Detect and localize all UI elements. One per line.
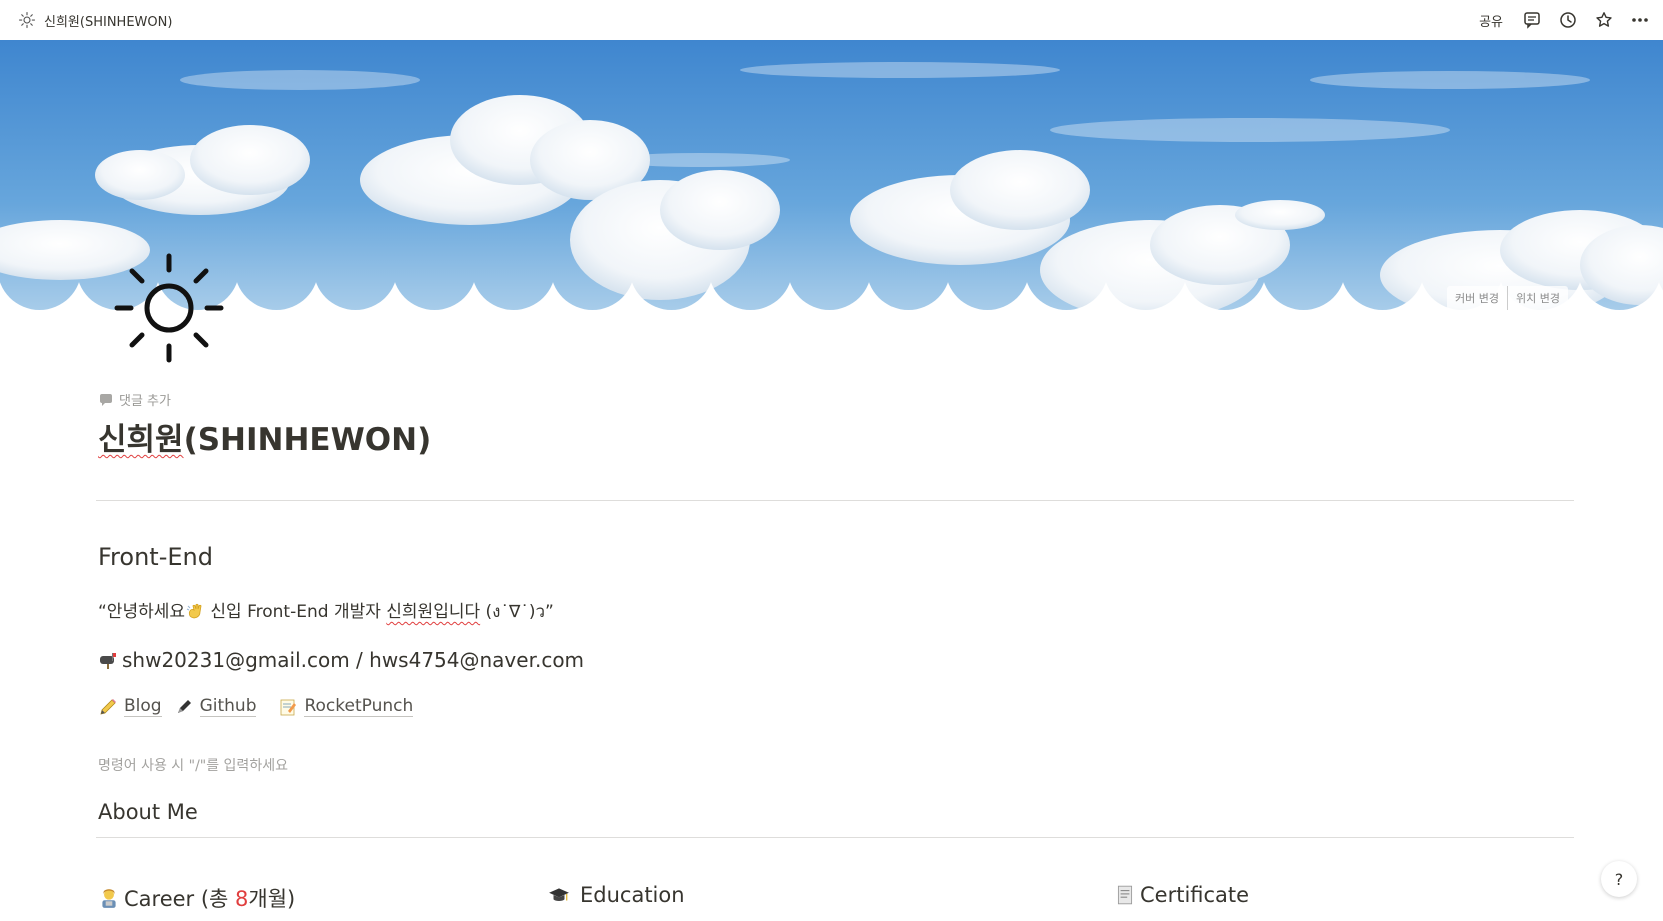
more-icon[interactable] — [1629, 9, 1651, 31]
top-bar: 신희원(SHINHEWON) 공유 — [0, 0, 1663, 40]
quote-open: “안녕하세요 — [98, 602, 186, 622]
career-suffix: 개월) — [248, 887, 296, 911]
link-github[interactable]: Github — [174, 696, 257, 717]
career-prefix: Career (총 — [124, 887, 236, 911]
link-rocketpunch[interactable]: RocketPunch — [278, 696, 414, 717]
quote-middle: 신입 Front-End 개발자 — [205, 602, 387, 622]
link-blog-label[interactable]: Blog — [124, 696, 162, 717]
star-icon[interactable] — [1593, 9, 1615, 31]
memo-icon — [281, 699, 297, 715]
section-heading-frontend[interactable]: Front-End — [98, 543, 213, 571]
share-button[interactable]: 공유 — [1475, 9, 1507, 32]
top-actions: 공유 — [1475, 9, 1651, 32]
wave-hand-icon — [186, 603, 202, 619]
career-heading[interactable]: Career (총 8개월) — [98, 883, 295, 913]
page-sun-icon[interactable] — [113, 252, 225, 364]
graduation-cap-icon — [549, 888, 569, 902]
reposition-cover-button[interactable]: 위치 변경 — [1507, 286, 1568, 310]
office-worker-icon — [102, 889, 116, 908]
comment-icon — [100, 393, 112, 406]
add-comment-label: 댓글 추가 — [119, 394, 171, 409]
certificate-heading[interactable]: Certificate — [1114, 883, 1249, 907]
sun-icon — [18, 11, 36, 29]
link-blog[interactable]: Blog — [98, 696, 162, 717]
quote-end: (ง˙∇˙)ว” — [480, 602, 554, 622]
pencil-icon — [100, 698, 116, 715]
mailbox-icon — [100, 653, 116, 669]
help-button[interactable]: ? — [1601, 861, 1637, 897]
education-heading[interactable]: Education — [548, 883, 685, 907]
profile-links: Blog Github RocketPunch — [98, 696, 414, 717]
page-title-suffix: (SHINHEWON) — [183, 422, 432, 458]
page-title-name: 신희원 — [98, 422, 184, 458]
command-placeholder[interactable]: 명령어 사용 시 "/"를 입력하세요 — [98, 755, 288, 775]
certificate-icon — [1117, 885, 1133, 905]
divider — [96, 837, 1574, 838]
emails-text: shw20231@gmail.com / hws4754@naver.com — [122, 648, 585, 672]
comment-icon[interactable] — [1521, 9, 1543, 31]
sky-cover-art — [0, 40, 1663, 313]
cover-controls: 커버 변경 위치 변경 — [1447, 286, 1568, 310]
career-months: 8 — [235, 887, 249, 911]
breadcrumb-title: 신희원(SHINHEWON) — [44, 14, 173, 30]
education-label: Education — [580, 883, 685, 907]
change-cover-button[interactable]: 커버 변경 — [1447, 286, 1507, 310]
quote-name: 신희원입니다 — [386, 602, 481, 622]
contact-emails[interactable]: shw20231@gmail.com / hws4754@naver.com — [98, 648, 584, 672]
link-rocketpunch-label[interactable]: RocketPunch — [304, 696, 414, 717]
section-heading-about[interactable]: About Me — [98, 800, 198, 824]
link-github-label[interactable]: Github — [199, 696, 257, 717]
pen-icon — [177, 699, 191, 713]
breadcrumb[interactable]: 신희원(SHINHEWON) — [18, 11, 172, 30]
intro-quote[interactable]: “안녕하세요 신입 Front-End 개발자 신희원입니다 (ง˙∇˙)ว” — [98, 597, 554, 625]
history-icon[interactable] — [1557, 9, 1579, 31]
divider — [96, 500, 1574, 501]
certificate-label: Certificate — [1140, 883, 1250, 907]
add-comment-button[interactable]: 댓글 추가 — [99, 390, 171, 409]
cover-image: 커버 변경 위치 변경 — [0, 40, 1663, 313]
page-title[interactable]: 신희원(SHINHEWON) — [98, 414, 431, 459]
